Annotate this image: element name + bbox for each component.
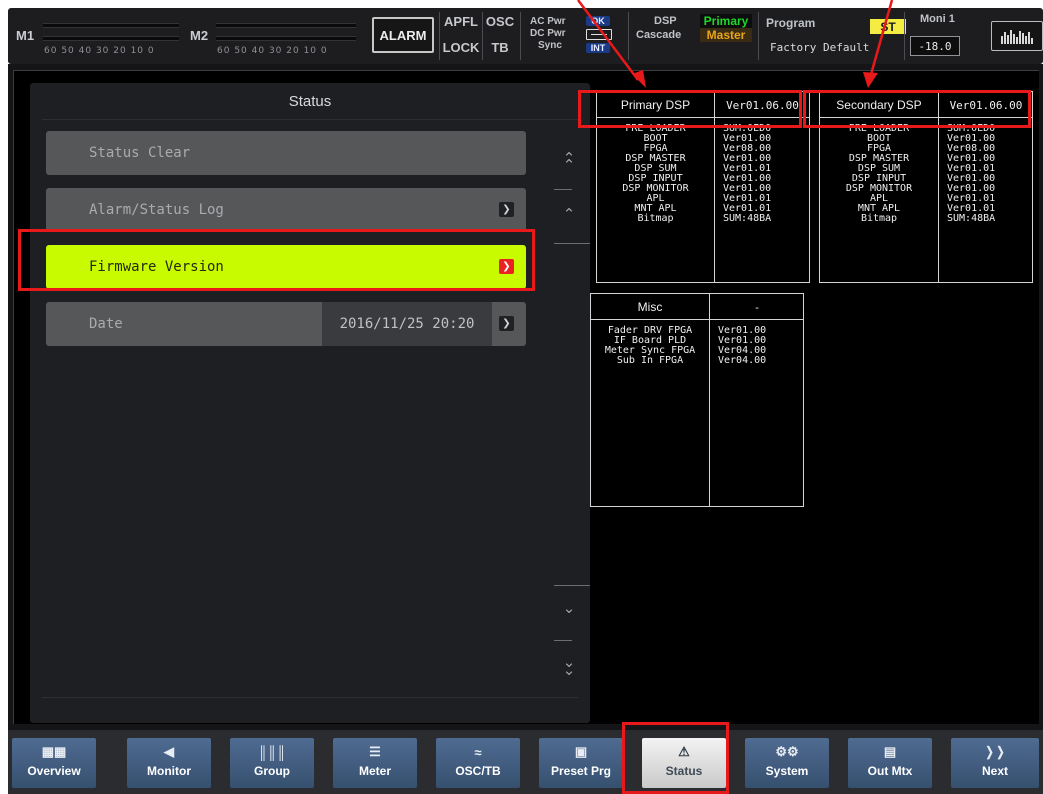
annotation-arrows	[577, 0, 894, 88]
arrowhead-icon	[863, 72, 878, 88]
arrow-line	[868, 0, 894, 79]
arrowhead-icon	[632, 70, 646, 88]
arrow-line	[577, 0, 639, 81]
